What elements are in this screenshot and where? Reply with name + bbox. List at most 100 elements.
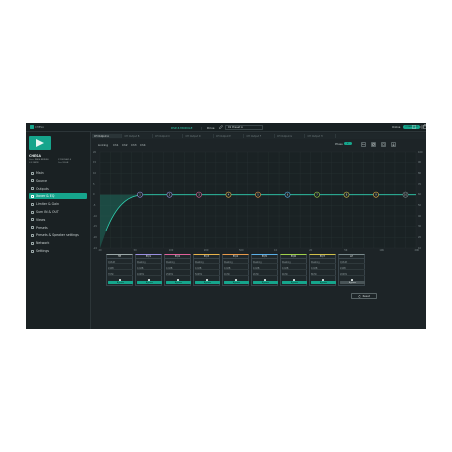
settings-gear-icon[interactable]	[420, 125, 424, 129]
filter-column-2[interactable]: EQ2 Peaking 0.0dB 250Hz Bypass	[164, 254, 191, 286]
download-button[interactable]	[391, 142, 396, 147]
bypass-button[interactable]: Bypass	[166, 281, 191, 284]
filter-param-field[interactable]: 4KHz	[282, 273, 307, 276]
tab-channel-7[interactable]: CH Output H	[306, 134, 336, 138]
y-tick-right: 40	[418, 214, 422, 218]
sidebar-item-0[interactable]: Main	[29, 170, 87, 176]
sidebar-item-6[interactable]: Views	[29, 217, 87, 223]
filter-param-field[interactable]: Peaking	[137, 261, 162, 264]
eq-graph-panel: 1 2 3 4 5 6 7 8 9 10 20 100 15 90 10 80 5 70 0 60 -5 50 -10 40…	[92, 150, 426, 254]
selection-item-1[interactable]: Ch1	[113, 143, 119, 147]
filter-column-1[interactable]: EQ1 Peaking 0.0dB 100Hz Bypass	[135, 254, 162, 286]
tab-channel-0[interactable]: CH Output A	[92, 134, 122, 138]
selection-item-2[interactable]: Ch2	[122, 143, 128, 147]
bypass-button[interactable]: Bypass	[108, 281, 133, 284]
sidebar-item-2[interactable]: Outputs	[29, 186, 87, 192]
sidebar-item-9[interactable]: Network	[29, 240, 87, 246]
selection-item-4[interactable]: Ch4	[140, 143, 146, 147]
x-tick: 20K	[414, 249, 420, 252]
views-icon	[31, 218, 34, 222]
filter-column-title: EQ4	[223, 255, 248, 259]
settings-icon	[31, 249, 34, 253]
filter-param-field[interactable]: 0.0dB	[253, 267, 278, 270]
filter-param-field[interactable]: Peaking	[166, 261, 191, 264]
y-tick-left: 20	[93, 150, 97, 154]
sidebar-item-label: Network	[36, 241, 50, 246]
brand-name: CHESA	[35, 125, 44, 129]
filter-param-field[interactable]: Peaking	[311, 261, 336, 264]
filter-param-field[interactable]: 70Hz	[108, 273, 133, 276]
filter-param-field[interactable]: 20KHz	[340, 273, 365, 276]
filter-param-field[interactable]: Peaking	[195, 261, 220, 264]
tab-channel-2[interactable]: CH Output C	[153, 134, 183, 138]
y-tick-right: 80	[418, 172, 422, 176]
filter-param-field[interactable]: Q-Butt	[108, 261, 133, 264]
filter-param-field[interactable]: 0.0dB	[311, 267, 336, 270]
pencil-icon[interactable]	[219, 125, 223, 129]
y-tick-right: 70	[418, 182, 422, 186]
filter-param-field[interactable]: 0.0dB	[224, 267, 249, 270]
sidebar-item-8[interactable]: Presets & Speaker settings	[29, 232, 87, 238]
filter-param-field[interactable]: 0.0dB	[195, 267, 220, 270]
filter-column-6[interactable]: EQ6 Peaking 0.0dB 4KHz Bypass	[280, 254, 307, 286]
bypass-button[interactable]: Bypass	[282, 281, 307, 284]
bypass-button[interactable]: Bypass	[224, 281, 249, 284]
tab-channel-5[interactable]: CH Output F	[245, 134, 275, 138]
filter-column-8[interactable]: LP Q-Butt 24dB 20KHz Bypass	[338, 254, 365, 286]
filter-column-5[interactable]: EQ5 Peaking 0.0dB 2KHz Bypass	[251, 254, 278, 286]
filter-column-title: HP	[107, 255, 132, 259]
filter-param-field[interactable]: 500Hz	[195, 273, 220, 276]
filter-param-field[interactable]: Peaking	[282, 261, 307, 264]
bypass-button[interactable]: Bypass	[137, 281, 162, 284]
preset-select[interactable]: 01 Preset A	[225, 124, 263, 130]
sidebar-item-7[interactable]: Presets	[29, 225, 87, 231]
y-tick-right: 60	[418, 193, 422, 197]
bypass-button[interactable]: Bypass	[340, 281, 365, 284]
output-icon	[31, 187, 34, 191]
paste-button[interactable]	[381, 142, 386, 147]
bypass-button[interactable]: Bypass	[195, 281, 220, 284]
filter-param-field[interactable]: 24dB	[108, 267, 133, 270]
tab-channel-6[interactable]: CH Output G	[275, 134, 305, 138]
sidebar-item-5[interactable]: Sum IN & OUT	[29, 209, 87, 215]
eq-graph[interactable]: 1 2 3 4 5 6 7 8 9 10	[92, 150, 426, 254]
phase-toggle[interactable]: 0°	[344, 142, 352, 146]
filter-column-7[interactable]: EQ7 Peaking 0.0dB 8KHz Bypass	[309, 254, 336, 286]
filter-param-field[interactable]: 8KHz	[311, 273, 336, 276]
filter-param-field[interactable]: 0.0dB	[166, 267, 191, 270]
filter-param-field[interactable]: Q-Butt	[340, 261, 365, 264]
selection-item-3[interactable]: Ch3	[131, 143, 137, 147]
sidebar-item-3[interactable]: Xover & EQ	[29, 193, 87, 200]
eq-marker-label: 10	[404, 194, 408, 197]
bypass-button[interactable]: Bypass	[253, 281, 278, 284]
copy-button[interactable]	[371, 142, 376, 147]
reset-button[interactable]: Reset	[351, 293, 377, 299]
filter-param-field[interactable]: 0.0dB	[137, 267, 162, 270]
restore-icon[interactable]	[412, 125, 416, 129]
sidebar-item-4[interactable]: Limiter & Gain	[29, 201, 87, 207]
filter-param-field[interactable]: 250Hz	[166, 273, 191, 276]
filter-column-4[interactable]: EQ4 Peaking 0.0dB 1KHz Bypass	[222, 254, 249, 286]
selection-item-0[interactable]: Linking	[98, 143, 108, 147]
tab-channel-4[interactable]: CH Output E	[214, 134, 244, 138]
sidebar-item-1[interactable]: Source	[29, 178, 87, 184]
sidebar-item-label: Source	[36, 178, 47, 183]
filter-column-3[interactable]: EQ3 Peaking 0.0dB 500Hz Bypass	[193, 254, 220, 286]
tab-channel-3[interactable]: CH Output D	[184, 134, 214, 138]
filter-param-field[interactable]: 1KHz	[224, 273, 249, 276]
tab-channel-1[interactable]: CH Output B	[123, 134, 153, 138]
sidebar-item-10[interactable]: Settings	[29, 248, 87, 254]
brand-logo-icon	[30, 125, 34, 129]
filter-param-field[interactable]: 0.0dB	[282, 267, 307, 270]
filter-param-field[interactable]: 2KHz	[253, 273, 278, 276]
filter-param-field[interactable]: Peaking	[224, 261, 249, 264]
filter-column-title: EQ2	[165, 255, 190, 259]
filter-column-0[interactable]: HP Q-Butt 24dB 70Hz Bypass	[106, 254, 133, 286]
filter-param-field[interactable]: Peaking	[253, 261, 278, 264]
filter-param-field[interactable]: 24dB	[340, 267, 365, 270]
filter-param-field[interactable]: 100Hz	[137, 273, 162, 276]
filter-column-title: EQ5	[252, 255, 277, 259]
undo-button[interactable]	[361, 142, 366, 147]
bypass-button[interactable]: Bypass	[311, 281, 336, 284]
y-tick-left: -15	[93, 225, 97, 229]
